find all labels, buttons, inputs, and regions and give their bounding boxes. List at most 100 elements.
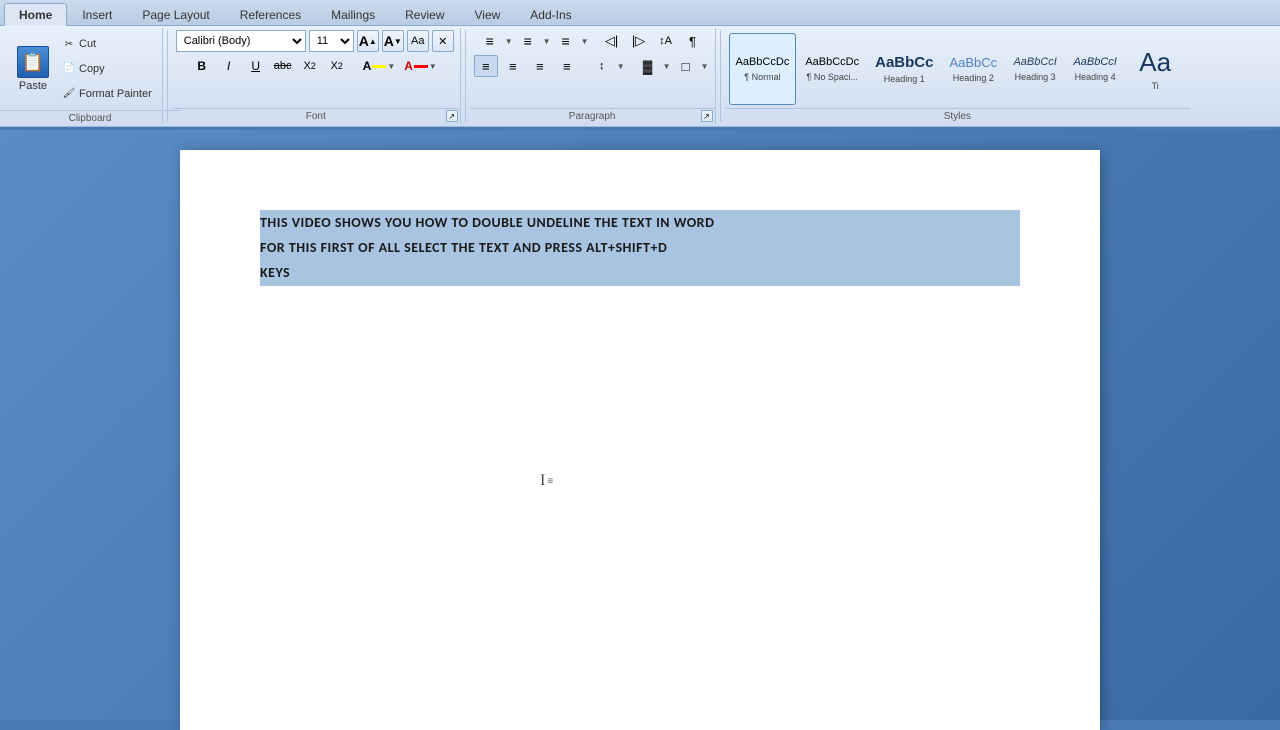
copy-label: Copy [79,63,105,75]
shrink-font-button[interactable]: A▼ [382,30,404,52]
tab-insert[interactable]: Insert [67,3,127,25]
style-no-spacing[interactable]: AaBbCcDc ¶ No Spaci... [798,33,866,105]
subscript-button[interactable]: X2 [298,55,322,77]
underline-button[interactable]: U [244,55,268,77]
bullets-dropdown[interactable]: ▼ [505,37,513,46]
italic-button[interactable]: I [217,55,241,77]
paste-button[interactable]: 📋 Paste [8,30,58,108]
bold-button[interactable]: B [190,55,214,77]
list-row: ≡ ▼ ≡ ▼ ≡ ▼ ◁| |▷ ↕A ¶ [478,30,705,52]
style-no-spacing-label: ¶ No Spaci... [807,72,858,82]
format-painter-label: Format Painter [79,88,152,100]
style-title-preview: Aa [1139,47,1171,78]
decrease-indent-button[interactable]: ◁| [600,30,624,52]
format-painter-button[interactable]: 🖌 Format Painter [58,85,156,103]
increase-indent-button[interactable]: |▷ [627,30,651,52]
style-heading1-label: Heading 1 [884,74,925,84]
ribbon: 📋 Paste ✂ Cut 📄 Copy 🖌 Format Painter Cl… [0,26,1280,126]
superscript-button[interactable]: X2 [325,55,349,77]
paste-icon: 📋 [17,46,49,78]
numbering-dropdown[interactable]: ▼ [543,37,551,46]
style-title[interactable]: Aa Ti [1126,33,1184,105]
text-cursor: I [540,472,545,490]
cursor-area: I ≡ [540,472,553,490]
style-heading3[interactable]: AaBbCcI Heading 3 [1006,33,1064,105]
doc-line-3: KEYS [260,260,1020,285]
line-spacing-dropdown[interactable]: ▼ [617,62,625,71]
clipboard-group: 📋 Paste ✂ Cut 📄 Copy 🖌 Format Painter Cl… [4,28,163,124]
font-expand-button[interactable]: ↗ [446,110,458,122]
paragraph-expand-button[interactable]: ↗ [701,110,713,122]
multilevel-button[interactable]: ≡ [554,30,578,52]
multilevel-dropdown[interactable]: ▼ [581,37,589,46]
clipboard-mini-buttons: ✂ Cut 📄 Copy 🖌 Format Painter [58,30,156,108]
cursor-lines: ≡ [547,476,553,487]
change-case-button[interactable]: Aa [407,30,429,52]
cut-label: Cut [79,38,96,50]
font-color-button[interactable]: A ▼ [401,57,440,75]
format-painter-icon: 🖌 [62,87,76,101]
font-controls: Calibri (Body) 11 A▲ A▼ Aa ✕ B I U abc [176,30,454,108]
style-normal[interactable]: AaBbCcDc ¶ Normal [729,33,797,105]
grow-font-button[interactable]: A▲ [357,30,379,52]
align-center-button[interactable]: ≡ [501,55,525,77]
cut-button[interactable]: ✂ Cut [58,35,156,53]
style-heading2-preview: AaBbCc [949,55,997,71]
tab-home[interactable]: Home [4,3,67,26]
paragraph-controls: ≡ ▼ ≡ ▼ ≡ ▼ ◁| |▷ ↕A ¶ ≡ ≡ ≡ ≡ [474,30,709,108]
align-right-button[interactable]: ≡ [528,55,552,77]
highlight-dropdown-arrow[interactable]: ▼ [387,62,395,71]
sep3 [720,30,721,122]
doc-line-1: THIS VIDEO SHOWS YOU HOW TO DOUBLE UNDEL… [260,210,1020,235]
strikethrough-button[interactable]: abc [271,55,295,77]
border-button[interactable]: □ [674,55,698,77]
styles-group-label: Styles [725,108,1191,122]
main-area: THIS VIDEO SHOWS YOU HOW TO DOUBLE UNDEL… [0,130,1280,720]
highlight-letter: A [363,59,372,73]
tab-bar: Home Insert Page Layout References Maili… [0,0,1280,26]
style-normal-label: ¶ Normal [744,72,780,82]
tab-mailings[interactable]: Mailings [316,3,390,25]
tab-review[interactable]: Review [390,3,459,25]
font-color-dropdown-arrow[interactable]: ▼ [429,62,437,71]
font-color-letter: A [404,59,413,73]
copy-button[interactable]: 📄 Copy [58,60,156,78]
line-spacing-button[interactable]: ↕ [590,55,614,77]
shading-button[interactable]: ▓ [636,55,660,77]
font-size-select[interactable]: 11 [309,30,354,52]
styles-group: AaBbCcDc ¶ Normal AaBbCcDc ¶ No Spaci...… [725,28,1191,124]
style-heading1-preview: AaBbCc [875,54,933,72]
selected-text-block: THIS VIDEO SHOWS YOU HOW TO DOUBLE UNDEL… [260,210,1020,286]
style-no-spacing-preview: AaBbCcDc [805,56,859,69]
paragraph-group-label: Paragraph [470,108,715,122]
tab-references[interactable]: References [225,3,316,25]
border-dropdown[interactable]: ▼ [701,62,709,71]
tab-add-ins[interactable]: Add-Ins [515,3,586,25]
sep1 [167,30,168,122]
highlight-bar [372,65,386,68]
tab-page-layout[interactable]: Page Layout [127,3,224,25]
style-heading1[interactable]: AaBbCc Heading 1 [868,33,940,105]
show-marks-button[interactable]: ¶ [681,30,705,52]
justify-button[interactable]: ≡ [555,55,579,77]
alignment-row: ≡ ≡ ≡ ≡ ↕ ▼ ▓ ▼ □ ▼ [474,55,709,77]
document-page[interactable]: THIS VIDEO SHOWS YOU HOW TO DOUBLE UNDEL… [180,150,1100,730]
cut-icon: ✂ [62,37,76,51]
clipboard-label: Clipboard [0,110,180,124]
style-heading3-label: Heading 3 [1015,72,1056,82]
numbering-button[interactable]: ≡ [516,30,540,52]
shading-dropdown[interactable]: ▼ [663,62,671,71]
font-family-select[interactable]: Calibri (Body) [176,30,306,52]
tab-view[interactable]: View [460,3,516,25]
bullets-button[interactable]: ≡ [478,30,502,52]
clear-format-button[interactable]: ✕ [432,30,454,52]
highlight-color-button[interactable]: A ▼ [360,57,399,75]
doc-line-2: FOR THIS FIRST OF ALL SELECT THE TEXT AN… [260,235,1020,260]
sort-button[interactable]: ↕A [654,30,678,52]
style-heading4[interactable]: AaBbCcI Heading 4 [1066,33,1124,105]
align-left-button[interactable]: ≡ [474,55,498,77]
ribbon-container: Home Insert Page Layout References Maili… [0,0,1280,127]
paste-label: Paste [19,80,47,92]
font-selector-row: Calibri (Body) 11 A▲ A▼ Aa ✕ [176,30,454,52]
style-heading2[interactable]: AaBbCc Heading 2 [942,33,1004,105]
